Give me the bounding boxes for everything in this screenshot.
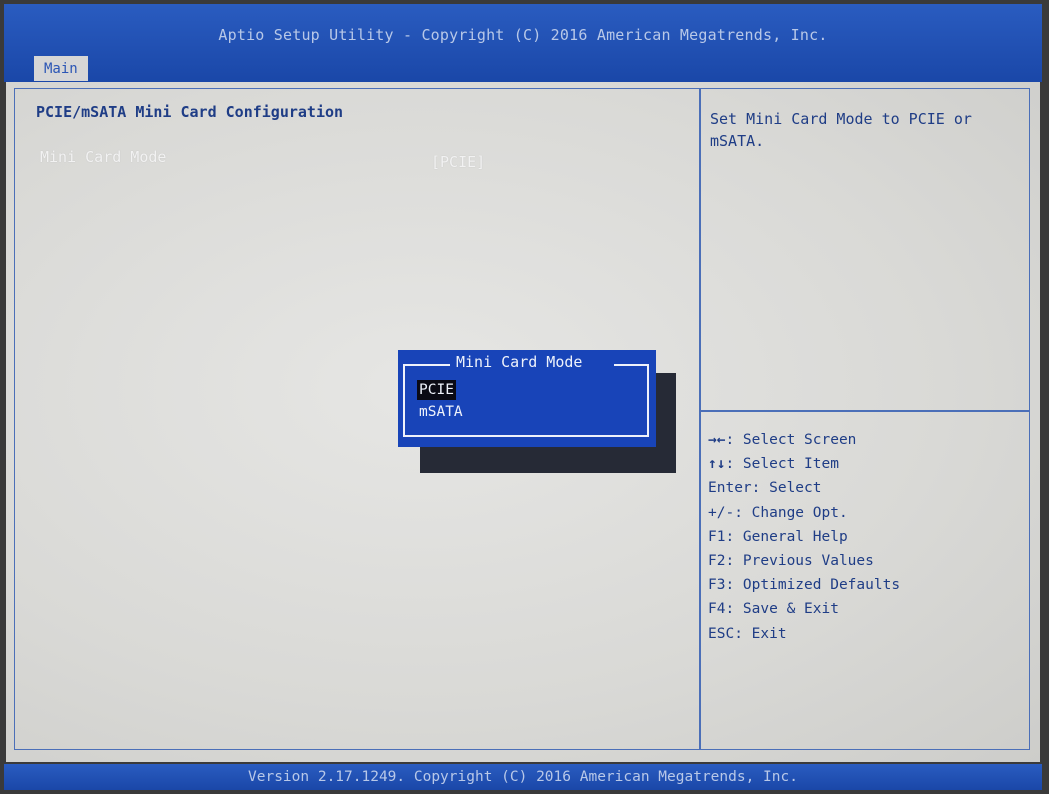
app-title: Aptio Setup Utility - Copyright (C) 2016… xyxy=(218,26,828,44)
help-text: Set Mini Card Mode to PCIE or mSATA. xyxy=(710,110,972,150)
key-legend-item: F2: Previous Values xyxy=(708,549,900,573)
key-legend-item: ESC: Exit xyxy=(708,622,900,646)
key-desc: : Select Item xyxy=(725,456,839,473)
key-legend-item: F4: Save & Exit xyxy=(708,597,900,621)
setting-mini-card-mode-label[interactable]: Mini Card Mode xyxy=(40,148,166,166)
key-legend-item: +/-: Change Opt. xyxy=(708,501,900,525)
key-legend: →←: Select Screen ↑↓: Select Item Enter:… xyxy=(708,428,900,646)
setting-mini-card-mode-value[interactable]: [PCIE] xyxy=(431,153,485,171)
footer-bar: Version 2.17.1249. Copyright (C) 2016 Am… xyxy=(4,764,1042,790)
key-name: +/- xyxy=(708,504,735,521)
key-desc: : Exit xyxy=(734,625,787,642)
key-name: ESC xyxy=(708,625,735,642)
key-name: ↑↓ xyxy=(708,456,726,473)
page-title: PCIE/mSATA Mini Card Configuration xyxy=(36,103,344,121)
key-name: F2 xyxy=(708,553,726,570)
popup-frame-top-left xyxy=(403,364,450,366)
key-name: F4 xyxy=(708,601,726,618)
key-desc: : Select Screen xyxy=(725,432,857,448)
popup-frame-top-right xyxy=(614,364,649,366)
key-legend-item: F1: General Help xyxy=(708,525,900,549)
header-bar: Aptio Setup Utility - Copyright (C) 2016… xyxy=(4,4,1042,82)
key-desc: : Change Opt. xyxy=(734,504,848,521)
popup-option-msata[interactable]: mSATA xyxy=(417,402,465,422)
mini-card-mode-popup: Mini Card Mode PCIE mSATA xyxy=(398,350,656,447)
footer-text: Version 2.17.1249. Copyright (C) 2016 Am… xyxy=(248,769,798,785)
vertical-divider xyxy=(699,88,701,750)
key-legend-item: →←: Select Screen xyxy=(708,428,900,452)
tab-main[interactable]: Main xyxy=(34,56,88,81)
key-name: Enter xyxy=(708,480,752,497)
key-name: F3 xyxy=(708,577,726,594)
key-legend-item: F3: Optimized Defaults xyxy=(708,573,900,597)
help-divider xyxy=(700,410,1030,412)
popup-frame xyxy=(403,364,649,437)
key-desc: : Select xyxy=(751,480,822,497)
key-name: →← xyxy=(708,432,726,448)
key-desc: : Previous Values xyxy=(725,553,874,570)
key-legend-item: ↑↓: Select Item xyxy=(708,452,900,476)
key-desc: : Save & Exit xyxy=(725,601,839,618)
popup-option-pcie[interactable]: PCIE xyxy=(417,380,456,400)
bios-screen: Aptio Setup Utility - Copyright (C) 2016… xyxy=(0,0,1049,794)
key-desc: : General Help xyxy=(725,528,848,545)
key-desc: : Optimized Defaults xyxy=(725,577,901,594)
popup-title: Mini Card Mode xyxy=(456,353,583,371)
key-legend-item: Enter: Select xyxy=(708,476,900,500)
key-name: F1 xyxy=(708,528,726,545)
